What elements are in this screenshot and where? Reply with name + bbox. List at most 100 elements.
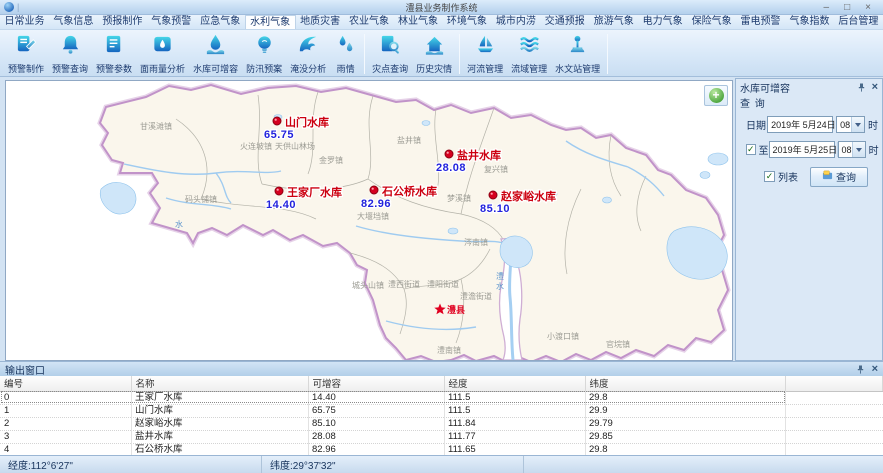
reservoir-dot[interactable] <box>275 187 283 195</box>
tool-warning-params[interactable]: 预警参数 <box>92 32 136 76</box>
tab-traffic[interactable]: 交通预报 <box>540 15 589 29</box>
to-label: 至 <box>759 142 769 157</box>
window-title: 澧县业务制作系统 <box>0 1 883 14</box>
menu-bar: 日常业务 气象信息 预报制作 气象预警 应急气象 水利气象 地质灾害 农业气象 … <box>0 15 883 30</box>
reservoir-value-label: 65.75 <box>264 129 294 141</box>
cell-id: 3 <box>0 430 131 443</box>
cell-id: 1 <box>0 404 131 417</box>
tool-inundation[interactable]: 淹没分析 <box>286 32 330 76</box>
tool-label: 预警制作 <box>8 62 44 75</box>
town-label: 大堰垱镇 <box>357 211 389 221</box>
wave-icon <box>297 33 320 61</box>
column-header-longitude[interactable]: 经度 <box>444 376 585 391</box>
column-header-id[interactable]: 编号 <box>0 376 131 391</box>
cell-capacity: 28.08 <box>308 430 444 443</box>
chevron-down-icon <box>852 142 865 157</box>
output-close-icon[interactable]: × <box>872 364 878 374</box>
tool-basin-manage[interactable]: 流域管理 <box>507 32 551 76</box>
tool-label: 灾点查询 <box>372 62 408 75</box>
doc-search-icon <box>379 33 402 61</box>
tab-warning[interactable]: 气象预警 <box>147 15 196 29</box>
tool-river-manage[interactable]: 河流管理 <box>463 32 507 76</box>
hour-from-select[interactable]: 08 <box>836 116 865 133</box>
pin-icon[interactable] <box>856 365 865 374</box>
town-label: 甘溪滩镇 <box>140 121 172 131</box>
tab-urban-flood[interactable]: 城市内涝 <box>491 15 540 29</box>
maximize-button[interactable]: □ <box>844 0 850 15</box>
tab-hydrology[interactable]: 水利气象 <box>245 15 296 29</box>
cell-longitude: 111.5 <box>444 404 585 417</box>
reservoir-dot[interactable] <box>273 117 281 125</box>
sailboat-icon <box>474 33 497 61</box>
date-to-select[interactable]: 2019年 5月25日 <box>769 141 835 158</box>
map-panel[interactable]: 甘溪滩镇 火连坡镇 天供山林场 金罗镇 盐井镇 码头铺镇 复兴镇 梦溪镇 大堰垱… <box>5 80 733 361</box>
tool-label: 历史灾情 <box>416 62 452 75</box>
area-rain-icon <box>151 33 174 61</box>
table-row[interactable]: 1 山门水库 65.75 111.5 29.9 <box>0 404 883 417</box>
table-row[interactable]: 2 赵家峪水库 85.10 111.84 29.79 <box>0 417 883 430</box>
tool-label: 雨情 <box>337 62 355 75</box>
tab-geohazard[interactable]: 地质灾害 <box>296 15 345 29</box>
date-to-value: 2019年 5月25日 <box>773 143 838 156</box>
column-header-empty <box>785 376 883 391</box>
reservoir-dot[interactable] <box>445 150 453 158</box>
pin-icon[interactable] <box>857 83 866 92</box>
query-button[interactable]: 查询 <box>810 167 868 187</box>
reservoir-dot-highlight <box>447 152 449 154</box>
tool-reservoir-capacity[interactable]: 水库可增容 <box>189 32 242 76</box>
table-row[interactable]: 3 盐井水库 28.08 111.77 29.85 <box>0 430 883 443</box>
tab-emergency[interactable]: 应急气象 <box>196 15 245 29</box>
tool-history-disaster[interactable]: 历史灾情 <box>412 32 456 76</box>
hour-to-select[interactable]: 08 <box>838 141 866 158</box>
query-button-icon <box>822 170 833 184</box>
to-checkbox[interactable]: ✓ <box>746 144 756 155</box>
output-grid: 编号 名称 可增容 经度 纬度 0 王家厂水库 14.40 111.5 29.8 <box>0 376 883 456</box>
tab-admin[interactable]: 后台管理 <box>834 15 883 29</box>
tool-disaster-query[interactable]: 灾点查询 <box>368 32 412 76</box>
tab-agriculture[interactable]: 农业气象 <box>345 15 394 29</box>
town-label: 金罗镇 <box>319 155 343 165</box>
tab-forestry[interactable]: 林业气象 <box>394 15 443 29</box>
table-row[interactable]: 0 王家厂水库 14.40 111.5 29.8 <box>0 391 883 404</box>
tab-forecast[interactable]: 预报制作 <box>98 15 147 29</box>
status-bar: 经度:112°6'27" 纬度:29°37'32" <box>0 455 883 473</box>
tab-tourism[interactable]: 旅游气象 <box>589 15 638 29</box>
list-label: 列表 <box>778 169 798 184</box>
tab-weather-info[interactable]: 气象信息 <box>49 15 98 29</box>
town-label: 澧西街道 <box>388 279 420 289</box>
table-grid-line <box>131 391 132 456</box>
reservoir-dot[interactable] <box>489 191 497 199</box>
minimize-button[interactable]: – <box>824 0 830 15</box>
reservoir-value-label: 85.10 <box>480 203 510 215</box>
column-header-capacity[interactable]: 可增容 <box>308 376 444 391</box>
tab-power[interactable]: 电力气象 <box>638 15 687 29</box>
tool-rain-info[interactable]: 雨情 <box>330 32 361 76</box>
tool-hydro-station[interactable]: 水文站管理 <box>551 32 604 76</box>
tab-lightning[interactable]: 雷电预警 <box>736 15 785 29</box>
tool-warning-query[interactable]: 预警查询 <box>48 32 92 76</box>
alert-edit-icon <box>15 33 38 61</box>
county-map-canvas[interactable]: 甘溪滩镇 火连坡镇 天供山林场 金罗镇 盐井镇 码头铺镇 复兴镇 梦溪镇 大堰垱… <box>6 81 732 360</box>
tab-insurance[interactable]: 保险气象 <box>687 15 736 29</box>
list-checkbox[interactable]: ✓ <box>764 171 775 182</box>
tool-area-rain[interactable]: 面雨量分析 <box>136 32 189 76</box>
reservoir-dot[interactable] <box>370 186 378 194</box>
tab-index[interactable]: 气象指数 <box>785 15 834 29</box>
reservoir-drop-icon <box>204 33 227 61</box>
tab-environment[interactable]: 环境气象 <box>442 15 491 29</box>
tool-warning-make[interactable]: 预警制作 <box>4 32 48 76</box>
query-button-label: 查询 <box>836 169 856 184</box>
column-header-latitude[interactable]: 纬度 <box>585 376 785 391</box>
date-from-select[interactable]: 2019年 5月24日 <box>767 116 833 133</box>
tab-daily[interactable]: 日常业务 <box>0 15 49 29</box>
panel-close-icon[interactable]: × <box>872 82 878 92</box>
map-zoom-button[interactable]: + <box>704 85 728 106</box>
cell-id: 0 <box>0 391 131 404</box>
column-header-name[interactable]: 名称 <box>131 376 308 391</box>
town-label: 小渡口镇 <box>547 331 579 341</box>
town-label: 梦溪镇 <box>447 193 471 203</box>
tool-label: 防汛预案 <box>246 62 282 75</box>
svg-text:水: 水 <box>496 281 504 291</box>
close-button[interactable]: × <box>865 0 871 15</box>
tool-flood-plan[interactable]: 防汛预案 <box>242 32 286 76</box>
